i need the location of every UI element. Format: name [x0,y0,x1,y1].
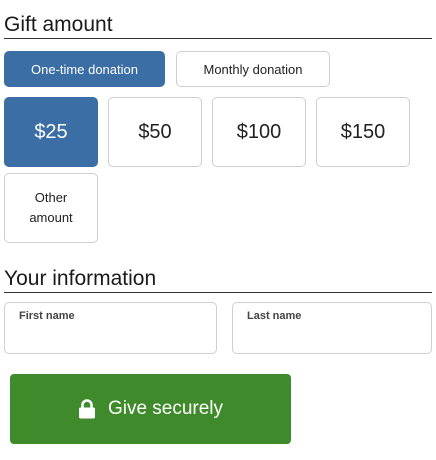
monthly-donation-button[interactable]: Monthly donation [176,51,330,87]
section-divider [4,292,432,293]
other-amount-button[interactable]: Other amount [4,173,98,243]
one-time-donation-label: One-time donation [31,61,138,77]
give-securely-button[interactable]: Give securely [10,374,291,444]
first-name-input[interactable] [17,327,206,347]
gift-amount-heading: Gift amount [4,13,113,36]
last-name-input[interactable] [245,327,421,347]
first-name-label: First name [19,310,75,322]
give-securely-label: Give securely [107,398,224,419]
other-amount-label-line1: Other [34,190,68,205]
last-name-field[interactable]: Last name [232,302,432,354]
amount-label: $100 [236,120,282,143]
other-amount-label-line2: amount [29,210,73,225]
amount-25-button[interactable]: $25 [4,97,98,167]
amount-50-button[interactable]: $50 [108,97,202,167]
one-time-donation-button[interactable]: One-time donation [4,51,165,87]
section-divider [4,38,432,39]
first-name-field[interactable]: First name [4,302,217,354]
amount-label: $150 [340,120,386,143]
amount-150-button[interactable]: $150 [316,97,410,167]
amount-label: $50 [138,120,172,143]
amount-100-button[interactable]: $100 [212,97,306,167]
last-name-label: Last name [247,310,302,322]
your-information-heading: Your information [4,267,157,290]
amount-label: $25 [34,120,68,143]
lock-icon [78,399,96,419]
monthly-donation-label: Monthly donation [203,61,303,77]
